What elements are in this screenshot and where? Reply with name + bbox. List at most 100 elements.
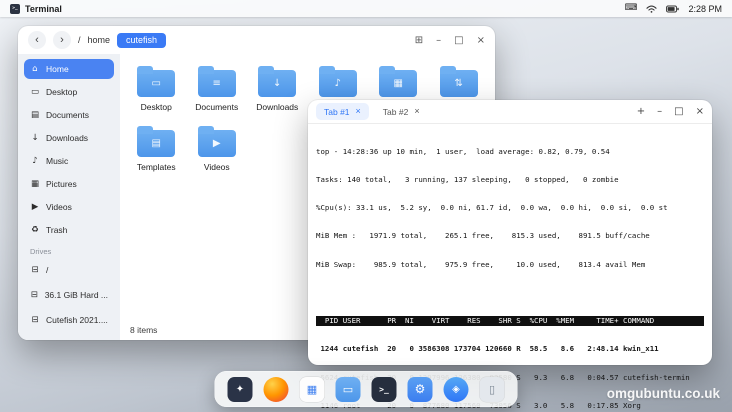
tab-close-icon[interactable]: × xyxy=(356,107,361,116)
folder-videos[interactable]: ▶ Videos xyxy=(187,124,248,172)
wifi-icon[interactable] xyxy=(646,5,657,13)
pictures-glyph-icon: ▦ xyxy=(394,78,403,89)
forward-button[interactable]: › xyxy=(53,31,71,49)
calendar-icon[interactable]: ▦ xyxy=(300,377,325,402)
top-cpu-line: %Cpu(s): 33.1 us, 5.2 sy, 0.0 ni, 61.7 i… xyxy=(316,203,704,212)
clock[interactable]: 2:28 PM xyxy=(688,4,722,14)
sidebar-item-label: Trash xyxy=(46,225,67,235)
keyboard-icon[interactable]: ⌨ xyxy=(624,4,637,13)
maximize-button[interactable]: □ xyxy=(454,35,463,46)
sidebar-item-label: Pictures xyxy=(46,179,77,189)
menubar: >_ Terminal ⌨ 2:28 PM xyxy=(0,0,732,17)
launcher-icon[interactable]: ✦ xyxy=(228,377,253,402)
sidebar-drive-27gib[interactable]: ⊟ 27.4 GiB Hard ... xyxy=(24,335,114,340)
firefox-icon[interactable] xyxy=(264,377,289,402)
top-summary-line: top - 14:28:36 up 10 min, 1 user, load a… xyxy=(316,147,704,156)
app-store-glyph: ◈ xyxy=(452,384,460,395)
terminal-output[interactable]: top - 14:28:36 up 10 min, 1 user, load a… xyxy=(308,124,712,412)
sidebar-item-documents[interactable]: ▤ Documents xyxy=(24,105,114,125)
folder-downloads[interactable]: ↓ Downloads xyxy=(247,64,308,112)
drives-section-label: Drives xyxy=(30,247,114,256)
settings-icon[interactable]: ⚙ xyxy=(408,377,433,402)
tab-close-icon[interactable]: × xyxy=(414,107,419,116)
status-bar-item-count: 8 items xyxy=(130,325,157,335)
sidebar-item-home[interactable]: ⌂ Home xyxy=(24,59,114,79)
drive-label: 36.1 GiB Hard ... xyxy=(45,290,108,300)
minimize-button[interactable]: – xyxy=(436,35,441,46)
grid-view-icon[interactable]: ⊞ xyxy=(415,35,423,46)
breadcrumb-home[interactable]: home xyxy=(88,35,111,45)
folder-icon: ▭ xyxy=(137,70,175,97)
tab-1[interactable]: Tab #1 × xyxy=(316,103,369,120)
sidebar-item-pictures[interactable]: ▦ Pictures xyxy=(24,174,114,194)
templates-glyph-icon: ▤ xyxy=(152,138,161,149)
top-tasks-line: Tasks: 140 total, 3 running, 137 sleepin… xyxy=(316,175,704,184)
sidebar-item-label: Music xyxy=(46,156,68,166)
folder-label: Desktop xyxy=(141,102,172,112)
desktop: >_ Terminal ⌨ 2:28 PM ‹ › / home cutefis… xyxy=(0,0,732,412)
calendar-glyph: ▦ xyxy=(307,383,317,396)
folder-documents[interactable]: ≡ Documents xyxy=(187,64,248,112)
music-glyph-icon: ♪ xyxy=(335,78,341,89)
app-store-icon[interactable]: ◈ xyxy=(444,377,469,402)
sidebar-item-label: Documents xyxy=(46,110,89,120)
sidebar-item-label: Videos xyxy=(46,202,72,212)
hard-drive-icon: ⊟ xyxy=(30,290,39,300)
folder-desktop[interactable]: ▭ Desktop xyxy=(126,64,187,112)
system-tray: ⌨ 2:28 PM xyxy=(624,4,722,14)
downloads-icon: ↓ xyxy=(30,133,40,143)
videos-icon: ▶ xyxy=(30,202,40,212)
file-manager-window-controls: ⊞ – □ × xyxy=(415,35,485,46)
sidebar-item-desktop[interactable]: ▭ Desktop xyxy=(24,82,114,102)
public-glyph-icon: ⇅ xyxy=(455,78,463,89)
top-mem-line: MiB Mem : 1971.9 total, 265.1 free, 815.… xyxy=(316,231,704,240)
sidebar-drive-cutefish[interactable]: ⊟ Cutefish 2021.... xyxy=(24,310,114,330)
terminal-window-controls: + – □ × xyxy=(637,106,704,117)
terminal-icon[interactable]: >_ xyxy=(372,377,397,402)
trash-glyph: ▯ xyxy=(489,383,495,396)
file-manager-glyph: ▭ xyxy=(343,383,353,396)
close-button[interactable]: × xyxy=(477,35,485,46)
documents-icon: ▤ xyxy=(30,110,40,120)
sidebar-item-trash[interactable]: ♻ Trash xyxy=(24,220,114,240)
maximize-button[interactable]: □ xyxy=(674,106,683,117)
file-manager-toolbar: ‹ › / home cutefish ⊞ – □ × xyxy=(18,26,495,54)
sidebar-drive-root[interactable]: ⊟ / xyxy=(24,260,114,280)
sidebar-item-downloads[interactable]: ↓ Downloads xyxy=(24,128,114,148)
pictures-icon: ▦ xyxy=(30,179,40,189)
file-manager-icon[interactable]: ▭ xyxy=(336,377,361,402)
sidebar-item-label: Downloads xyxy=(46,133,88,143)
videos-glyph-icon: ▶ xyxy=(213,138,221,149)
folder-icon: ↓ xyxy=(258,70,296,97)
trash-icon[interactable]: ▯ xyxy=(480,377,505,402)
menubar-app-name[interactable]: Terminal xyxy=(25,4,62,14)
dock: ✦ ▦ ▭ >_ ⚙ ◈ ▯ xyxy=(215,371,518,407)
terminal-glyph: >_ xyxy=(379,385,389,394)
launcher-glyph: ✦ xyxy=(236,384,244,395)
process-table-header: PID USER PR NI VIRT RES SHR S %CPU %MEM … xyxy=(316,316,704,325)
tab-label: Tab #1 xyxy=(324,107,350,117)
back-button[interactable]: ‹ xyxy=(28,31,46,49)
breadcrumb-current[interactable]: cutefish xyxy=(117,33,166,48)
watermark: omgubuntu.co.uk xyxy=(607,386,720,401)
folder-label: Documents xyxy=(195,102,238,112)
desktop-icon: ▭ xyxy=(30,87,40,97)
menubar-app-area: >_ Terminal xyxy=(10,4,62,14)
breadcrumb-root[interactable]: / xyxy=(78,35,81,45)
tab-label: Tab #2 xyxy=(383,107,409,117)
new-tab-button[interactable]: + xyxy=(637,106,645,117)
minimize-button[interactable]: – xyxy=(657,106,662,117)
sidebar-drive-36gib[interactable]: ⊟ 36.1 GiB Hard ... xyxy=(24,285,114,305)
close-button[interactable]: × xyxy=(696,106,704,117)
sidebar-item-music[interactable]: ♪ Music xyxy=(24,151,114,171)
folder-label: Templates xyxy=(137,162,176,172)
settings-glyph: ⚙ xyxy=(415,382,426,396)
sidebar-item-videos[interactable]: ▶ Videos xyxy=(24,197,114,217)
folder-templates[interactable]: ▤ Templates xyxy=(126,124,187,172)
drive-label: Cutefish 2021.... xyxy=(46,315,108,325)
folder-icon: ≡ xyxy=(198,70,236,97)
folder-icon: ▶ xyxy=(198,130,236,157)
music-icon: ♪ xyxy=(30,156,40,166)
battery-icon[interactable] xyxy=(666,5,679,13)
tab-2[interactable]: Tab #2 × xyxy=(375,103,428,120)
